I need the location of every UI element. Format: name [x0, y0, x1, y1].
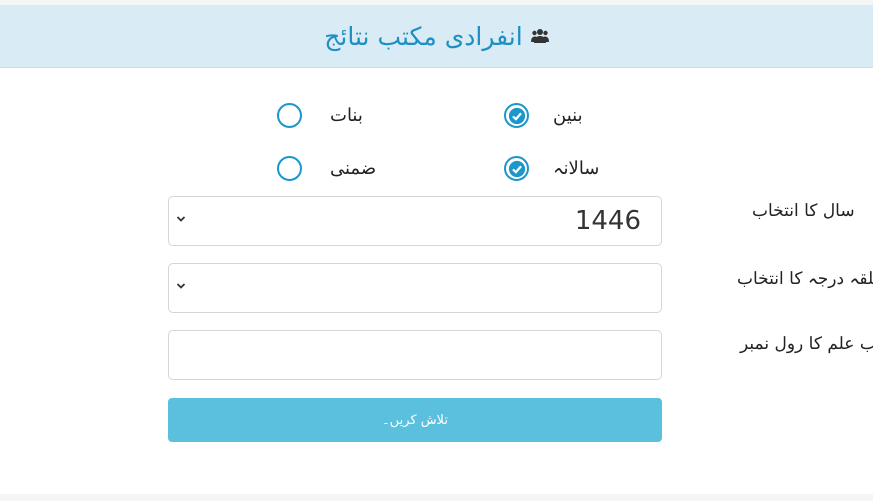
radio-girls-circle[interactable] — [277, 103, 302, 128]
radio-girls-label: بنات — [330, 105, 363, 126]
radio-annual-label: سالانہ — [553, 158, 600, 179]
radio-annual-circle[interactable] — [504, 156, 529, 181]
class-select[interactable] — [168, 263, 662, 313]
chevron-down-icon — [176, 283, 186, 289]
year-select[interactable]: 1446 — [168, 196, 662, 246]
roll-number-label: طالب علم کا رول نمبر — [740, 334, 873, 354]
check-icon — [508, 160, 525, 177]
radio-boys-label: بنین — [553, 105, 583, 126]
users-icon — [530, 29, 549, 43]
year-label: سال کا انتخاب — [752, 201, 855, 221]
radio-supplementary-label: ضمنی — [330, 158, 377, 179]
page-header: انفرادی مکتب نتائج — [0, 5, 873, 68]
search-button-label: تلاش کریں۔ — [382, 412, 448, 428]
check-icon — [508, 107, 525, 124]
page-title: انفرادی مکتب نتائج — [324, 21, 523, 51]
chevron-down-icon — [176, 216, 186, 222]
bottom-strip — [0, 494, 873, 501]
radio-boys[interactable]: بنین — [504, 103, 583, 128]
radio-supplementary[interactable]: ضمنی — [277, 156, 376, 181]
roll-number-input[interactable] — [168, 330, 662, 380]
search-button[interactable]: تلاش کریں۔ — [168, 398, 662, 442]
class-label: متعلقہ درجہ کا انتخاب — [737, 269, 873, 289]
radio-boys-circle[interactable] — [504, 103, 529, 128]
radio-girls[interactable]: بنات — [277, 103, 363, 128]
radio-annual[interactable]: سالانہ — [504, 156, 599, 181]
year-select-value: 1446 — [574, 206, 641, 236]
radio-supplementary-circle[interactable] — [277, 156, 302, 181]
